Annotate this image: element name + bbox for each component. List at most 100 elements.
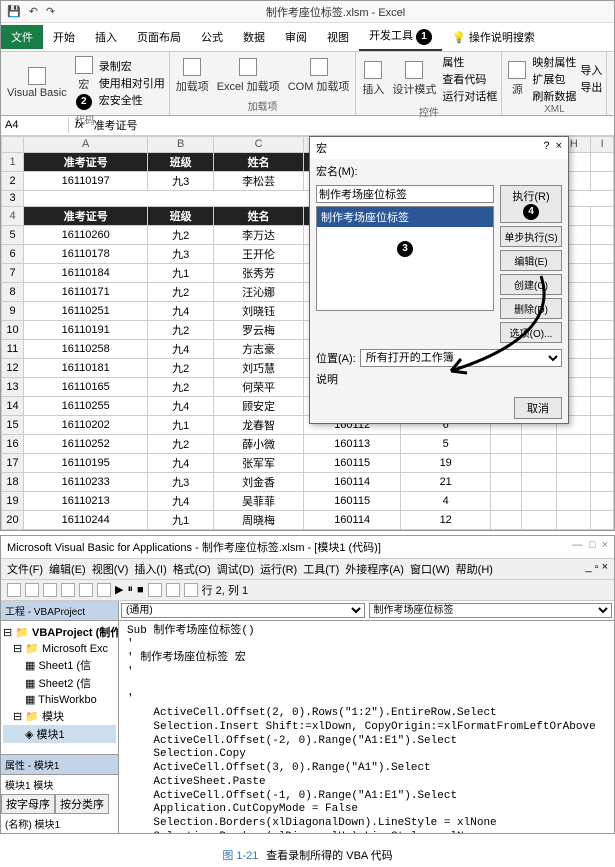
undo-icon[interactable]: ↶: [29, 5, 38, 18]
insert-control-button[interactable]: 插入: [360, 59, 386, 99]
macro-name-label: 宏名(M):: [316, 166, 358, 178]
redo-icon[interactable]: ↷: [46, 5, 55, 18]
tree-sheet2: ▦ Sheet2 (信: [3, 674, 116, 692]
menu-insert[interactable]: 插入(I): [134, 561, 166, 577]
tab-formulas[interactable]: 公式: [191, 25, 233, 49]
tab-view[interactable]: 视图: [317, 25, 359, 49]
tab-data[interactable]: 数据: [233, 25, 275, 49]
menu-view[interactable]: 视图(V): [92, 561, 129, 577]
formula-input[interactable]: 准考证号: [90, 115, 614, 135]
tb-icon[interactable]: [166, 583, 180, 597]
group-xml: 源 映射属性 扩展包 刷新数据 导入 导出 XML: [502, 52, 607, 115]
code-editor[interactable]: Sub 制作考场座位标签() ' ' 制作考场座位标签 宏 ' ' Active…: [119, 621, 614, 833]
tab-developer[interactable]: 开发工具 1: [359, 23, 442, 51]
mdi-controls[interactable]: _ ▫ ×: [585, 561, 608, 577]
tb-icon[interactable]: [25, 583, 39, 597]
save-icon[interactable]: 💾: [7, 5, 21, 18]
prop-tab-alpha[interactable]: 按字母序: [1, 794, 55, 814]
table-row[interactable]: 1816110233九3刘金香16011421: [2, 472, 614, 491]
tab-review[interactable]: 审阅: [275, 25, 317, 49]
callout-4: 4: [523, 204, 539, 220]
menu-addins[interactable]: 外接程序(A): [345, 561, 404, 577]
expansion-packs-button[interactable]: 扩展包: [532, 71, 576, 87]
tb-icon[interactable]: [43, 583, 57, 597]
macro-list-item[interactable]: 制作考场座位标签: [317, 207, 493, 227]
procedure-dropdown[interactable]: 制作考场座位标签: [369, 603, 613, 618]
delete-button[interactable]: 删除(D): [500, 298, 562, 319]
menu-window[interactable]: 窗口(W): [410, 561, 450, 577]
menu-file[interactable]: 文件(F): [7, 561, 43, 577]
tb-icon[interactable]: [97, 583, 111, 597]
tb-icon[interactable]: [148, 583, 162, 597]
tree-ms-excel: ⊟ 📁 Microsoft Exc: [3, 641, 116, 656]
menu-format[interactable]: 格式(O): [173, 561, 211, 577]
com-addins-button[interactable]: COM 加载项: [286, 56, 352, 96]
location-select[interactable]: 所有打开的工作簿: [360, 349, 562, 367]
menu-run[interactable]: 运行(R): [260, 561, 297, 577]
tab-tell-me[interactable]: 💡 操作说明搜索: [442, 25, 545, 49]
macros-button[interactable]: 宏2: [73, 54, 95, 112]
object-dropdown[interactable]: (通用): [121, 603, 365, 618]
fx-icon[interactable]: fx: [69, 119, 90, 131]
excel-addins-button[interactable]: Excel 加载项: [215, 56, 282, 96]
menu-tools[interactable]: 工具(T): [303, 561, 339, 577]
xml-import-button[interactable]: 导入: [580, 62, 602, 78]
table-row[interactable]: 1716110195九4张军军16011519: [2, 453, 614, 472]
properties-pane[interactable]: 属性 - 模块1 模块1 模块 按字母序按分类序 (名称) 模块1: [1, 754, 118, 833]
record-macro-button[interactable]: 录制宏: [99, 58, 165, 74]
edit-button[interactable]: 编辑(E): [500, 250, 562, 271]
tab-home[interactable]: 开始: [43, 25, 85, 49]
tab-file[interactable]: 文件: [1, 25, 43, 49]
callout-3: 3: [397, 241, 413, 257]
macro-list[interactable]: 制作考场座位标签 3: [316, 206, 494, 311]
tree-project: ⊟ 📁 VBAProject (制作: [3, 623, 116, 641]
cancel-button[interactable]: 取消: [514, 397, 562, 419]
addins-button[interactable]: 加载项: [174, 56, 211, 96]
options-button[interactable]: 选项(O)...: [500, 322, 562, 343]
tab-insert[interactable]: 插入: [85, 25, 127, 49]
tb-icon[interactable]: [7, 583, 21, 597]
macro-name-input[interactable]: [316, 185, 494, 203]
vbe-window: Microsoft Visual Basic for Applications …: [0, 535, 615, 834]
vbe-window-controls[interactable]: — □ ×: [572, 539, 608, 555]
location-label: 位置(A):: [316, 350, 356, 366]
dialog-help-icon[interactable]: ? ×: [543, 140, 562, 156]
prop-tab-cat[interactable]: 按分类序: [55, 794, 109, 814]
xml-source-button[interactable]: 源: [506, 59, 528, 99]
design-mode-button[interactable]: 设计模式: [390, 59, 438, 99]
refresh-data-button[interactable]: 刷新数据: [532, 88, 576, 104]
xml-export-button[interactable]: 导出: [580, 79, 602, 95]
tree-modules: ⊟ 📁 模块: [3, 707, 116, 725]
macro-security-button[interactable]: 宏安全性: [99, 92, 165, 108]
tb-icon[interactable]: [184, 583, 198, 597]
visual-basic-button[interactable]: Visual Basic: [5, 65, 69, 101]
table-row[interactable]: 2016110244九1周晓梅16011412: [2, 510, 614, 529]
tree-thisworkbook: ▦ ThisWorkbo: [3, 692, 116, 707]
name-box[interactable]: A4: [1, 117, 69, 133]
ribbon: Visual Basic 宏2 录制宏 使用相对引用 宏安全性 代码 加载项 E…: [1, 52, 614, 116]
group-label-xml: XML: [506, 104, 602, 115]
map-properties-button[interactable]: 映射属性: [532, 54, 576, 70]
menu-edit[interactable]: 编辑(E): [49, 561, 86, 577]
create-button[interactable]: 创建(C): [500, 274, 562, 295]
run-button[interactable]: 执行(R) 4: [500, 185, 562, 223]
step-button[interactable]: 单步执行(S): [500, 226, 562, 247]
table-row[interactable]: 1916110213九4吴菲菲1601154: [2, 491, 614, 510]
tab-layout[interactable]: 页面布局: [127, 25, 191, 49]
tree-sheet1: ▦ Sheet1 (信: [3, 656, 116, 674]
project-explorer[interactable]: 工程 - VBAProject ⊟ 📁 VBAProject (制作 ⊟ 📁 M…: [1, 601, 119, 833]
vbe-menu-bar: 文件(F) 编辑(E) 视图(V) 插入(I) 格式(O) 调试(D) 运行(R…: [1, 559, 614, 580]
prop-object: 模块1 模块: [1, 775, 118, 794]
tb-icon[interactable]: [79, 583, 93, 597]
quick-access-toolbar: 💾 ↶ ↷ 制作考座位标签.xlsm - Excel: [1, 1, 614, 23]
tb-icon[interactable]: [61, 583, 75, 597]
properties-button[interactable]: 属性: [442, 54, 497, 70]
menu-debug[interactable]: 调试(D): [217, 561, 254, 577]
view-code-button[interactable]: 查看代码: [442, 71, 497, 87]
table-row[interactable]: 1616110252九2薛小微1601135: [2, 434, 614, 453]
description-label: 说明: [316, 374, 338, 386]
menu-help[interactable]: 帮助(H): [456, 561, 493, 577]
run-dialog-button[interactable]: 运行对话框: [442, 88, 497, 104]
relative-ref-button[interactable]: 使用相对引用: [99, 75, 165, 91]
prop-name-row[interactable]: (名称) 模块1: [1, 814, 118, 833]
